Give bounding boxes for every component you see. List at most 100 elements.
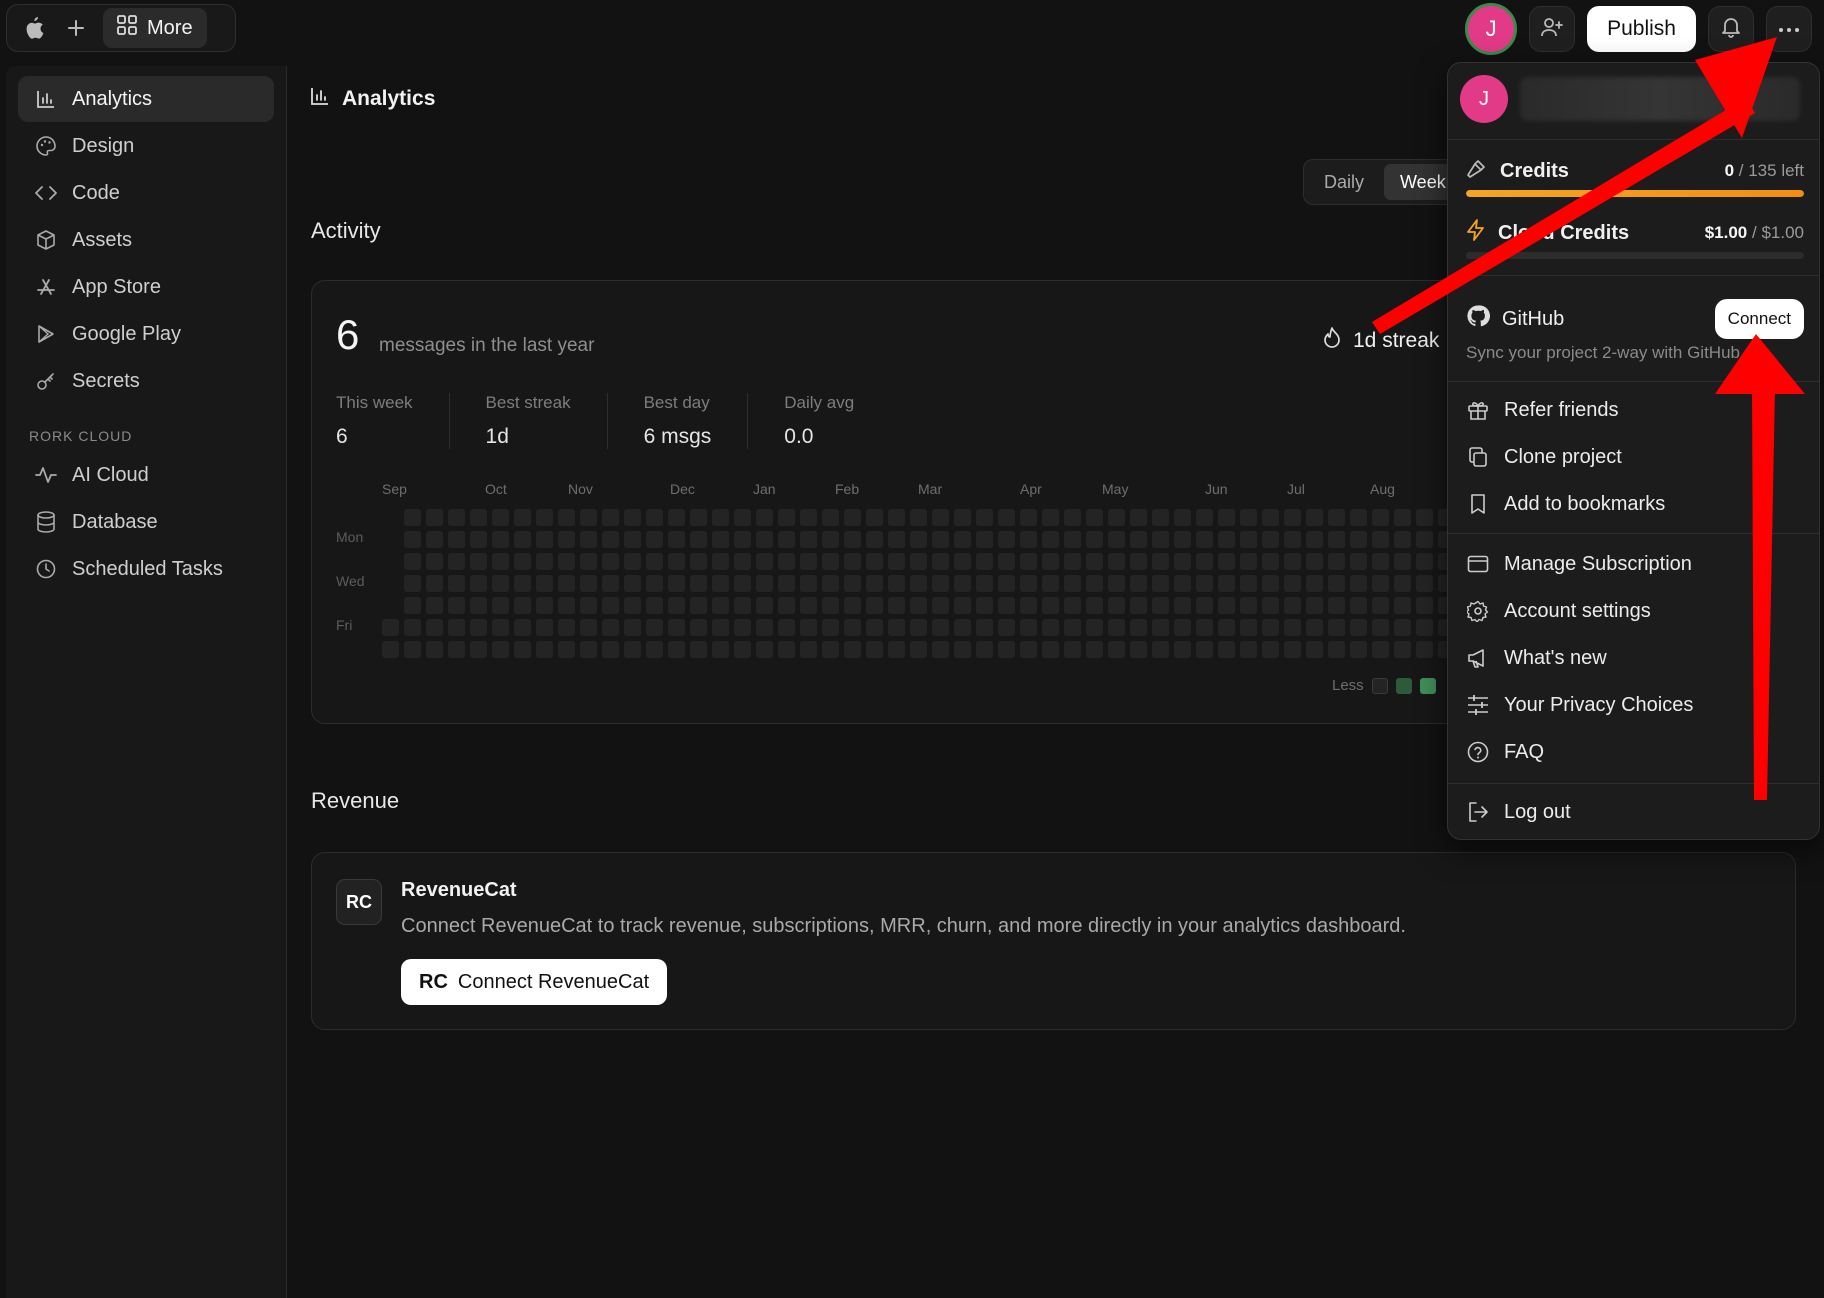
menu-whats-new[interactable]: What's new <box>1466 641 1804 675</box>
sidebar: Analytics Design Code Assets App Store G… <box>6 66 287 1298</box>
sidebar-item-design[interactable]: Design <box>18 123 274 169</box>
menu-account-settings[interactable]: Account settings <box>1466 594 1804 628</box>
heatmap-cell <box>954 641 971 658</box>
sidebar-item-database[interactable]: Database <box>18 499 274 545</box>
heatmap-cell <box>932 619 949 636</box>
heatmap-cell <box>624 531 641 548</box>
heatmap-cell <box>910 597 927 614</box>
menu-add-to-bookmarks[interactable]: Add to bookmarks <box>1466 487 1804 521</box>
sidebar-item-assets[interactable]: Assets <box>18 217 274 263</box>
heatmap-cell <box>1284 531 1301 548</box>
sidebar-item-code[interactable]: Code <box>18 170 274 216</box>
invite-user-button[interactable] <box>1529 6 1576 52</box>
heatmap-cell <box>1042 575 1059 592</box>
publish-button[interactable]: Publish <box>1587 6 1696 52</box>
more-button[interactable]: More <box>103 8 207 48</box>
heatmap-cell <box>404 531 421 548</box>
heatmap-cell <box>1064 619 1081 636</box>
heatmap-cell <box>1372 597 1389 614</box>
heatmap-cell <box>514 619 531 636</box>
heatmap-cell <box>1042 509 1059 526</box>
month-label: Feb <box>835 481 860 497</box>
menu-refer-friends[interactable]: Refer friends <box>1466 393 1804 427</box>
heatmap-cell <box>888 575 905 592</box>
sidebar-item-secrets[interactable]: Secrets <box>18 358 274 404</box>
heatmap-cell <box>954 509 971 526</box>
heatmap-cell <box>1086 619 1103 636</box>
connect-revenuecat-button[interactable]: RC Connect RevenueCat <box>401 959 668 1005</box>
sidebar-item-google-play[interactable]: Google Play <box>18 311 274 357</box>
credits-progress <box>1466 190 1804 197</box>
heatmap-cell <box>1196 531 1213 548</box>
heatmap-cell <box>602 641 619 658</box>
stat-best-streak: Best streak 1d <box>486 393 608 449</box>
sidebar-item-analytics[interactable]: Analytics <box>18 76 274 122</box>
menu-clone-project[interactable]: Clone project <box>1466 440 1804 474</box>
heatmap-cell <box>756 553 773 570</box>
sidebar-item-ai-cloud[interactable]: AI Cloud <box>18 452 274 498</box>
heatmap-cell <box>1372 509 1389 526</box>
heatmap-cell <box>1196 575 1213 592</box>
heatmap-cell <box>998 641 1015 658</box>
toggle-daily[interactable]: Daily <box>1308 164 1380 200</box>
heatmap-cell <box>1086 531 1103 548</box>
day-label: Wed <box>336 573 365 589</box>
sidebar-item-scheduled-tasks[interactable]: Scheduled Tasks <box>18 546 274 592</box>
heatmap-cell <box>910 641 927 658</box>
heatmap-cell <box>580 597 597 614</box>
heatmap-cell <box>1130 597 1147 614</box>
heatmap-cell <box>426 553 443 570</box>
sidebar-item-app-store[interactable]: App Store <box>18 264 274 310</box>
heatmap-cell <box>756 575 773 592</box>
heatmap-cell <box>1042 531 1059 548</box>
menu-privacy-choices[interactable]: Your Privacy Choices <box>1466 688 1804 722</box>
revenue-heading: Revenue <box>311 788 400 813</box>
day-label: Mon <box>336 529 364 545</box>
heatmap-cell <box>1262 575 1279 592</box>
credit-card-icon <box>1466 552 1490 576</box>
heatmap-cell <box>756 619 773 636</box>
heatmap-cell <box>954 597 971 614</box>
help-circle-icon <box>1466 740 1490 764</box>
heatmap-cell <box>580 575 597 592</box>
more-options-button[interactable] <box>1766 6 1812 52</box>
heatmap-cell <box>932 531 949 548</box>
heatmap-cell <box>580 531 597 548</box>
heatmap-cell <box>514 531 531 548</box>
plus-icon[interactable] <box>55 9 97 47</box>
heatmap-cell <box>1020 597 1037 614</box>
heatmap-cell <box>1284 641 1301 658</box>
notifications-button[interactable] <box>1708 6 1754 52</box>
heatmap-cell <box>998 553 1015 570</box>
heatmap-cell <box>1240 509 1257 526</box>
heatmap-cell <box>624 641 641 658</box>
heatmap-cell <box>1152 641 1169 658</box>
user-avatar[interactable]: J <box>1465 3 1518 55</box>
more-label: More <box>147 16 193 39</box>
heatmap-cell <box>1218 553 1235 570</box>
menu-label: Add to bookmarks <box>1504 492 1666 515</box>
activity-icon <box>34 463 58 487</box>
heatmap-cell <box>1306 553 1323 570</box>
heatmap-cell <box>1262 597 1279 614</box>
menu-log-out[interactable]: Log out <box>1466 795 1804 829</box>
user-plus-icon <box>1541 16 1564 43</box>
stat-label: Best day <box>643 393 710 412</box>
google-play-icon <box>34 322 58 346</box>
menu-label: What's new <box>1504 646 1607 669</box>
heatmap-cell <box>492 531 509 548</box>
heatmap-cell <box>998 597 1015 614</box>
divider <box>1448 783 1819 784</box>
heatmap-cell <box>800 509 817 526</box>
menu-faq[interactable]: FAQ <box>1466 735 1804 769</box>
menu-label: Your Privacy Choices <box>1504 693 1694 716</box>
menu-manage-subscription[interactable]: Manage Subscription <box>1466 547 1804 581</box>
heatmap-cell <box>1218 531 1235 548</box>
stat-label: Daily avg <box>784 393 855 412</box>
heatmap-cell <box>536 597 553 614</box>
apple-icon[interactable] <box>13 9 55 47</box>
github-connect-button[interactable]: Connect <box>1714 299 1804 339</box>
cloud-credits-progress <box>1466 252 1804 259</box>
cloud-credits-used: $1.00 <box>1704 223 1748 242</box>
heatmap-cell <box>1042 553 1059 570</box>
